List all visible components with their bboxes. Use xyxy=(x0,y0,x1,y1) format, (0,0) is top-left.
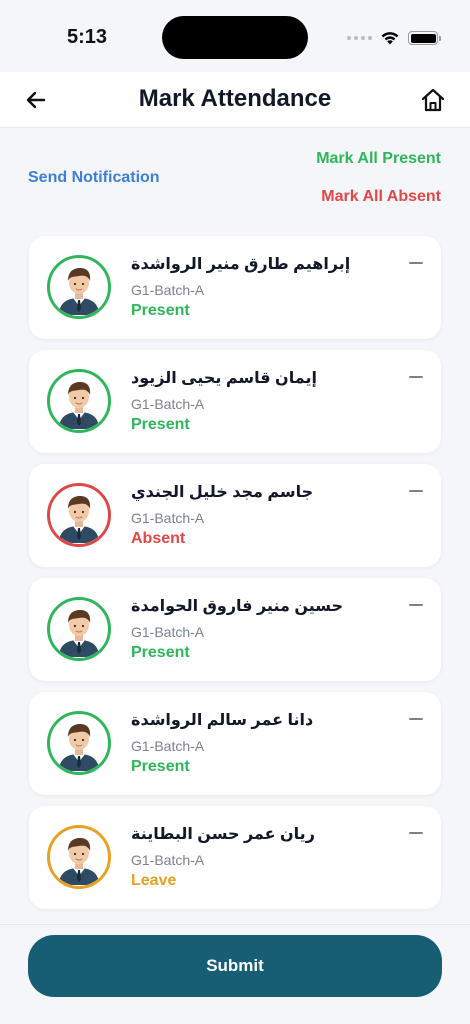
student-card[interactable]: دانا عمر سالم الرواشدة G1-Batch-A Presen… xyxy=(29,692,441,795)
student-list: إبراهيم طارق منير الرواشدة G1-Batch-A Pr… xyxy=(29,236,441,909)
person-avatar-icon xyxy=(51,373,107,429)
student-batch: G1-Batch-A xyxy=(131,738,205,754)
mark-all-present-link[interactable]: Mark All Present xyxy=(316,150,441,168)
student-batch: G1-Batch-A xyxy=(131,396,205,412)
mark-all-absent-link[interactable]: Mark All Absent xyxy=(321,188,441,206)
avatar xyxy=(47,483,111,547)
student-status: Present xyxy=(131,416,190,433)
student-name: دانا عمر سالم الرواشدة xyxy=(131,712,314,729)
avatar xyxy=(47,597,111,661)
student-card[interactable]: ريان عمر حسن البطاينة G1-Batch-A Leave xyxy=(29,806,441,909)
home-button[interactable] xyxy=(418,85,448,115)
student-card[interactable]: جاسم مجد خليل الجندي G1-Batch-A Absent xyxy=(29,464,441,567)
minus-icon[interactable] xyxy=(409,832,423,834)
student-batch: G1-Batch-A xyxy=(131,852,205,868)
person-avatar-icon xyxy=(51,829,107,885)
status-bar: 5:13 xyxy=(0,0,470,72)
person-avatar-icon xyxy=(51,259,107,315)
person-avatar-icon xyxy=(51,487,107,543)
student-name: حسين منير فاروق الحوامدة xyxy=(131,598,344,615)
minus-icon[interactable] xyxy=(409,262,423,264)
bottom-bar: Submit xyxy=(0,924,470,1024)
student-card[interactable]: إيمان قاسم يحيى الزيود G1-Batch-A Presen… xyxy=(29,350,441,453)
app-header: Mark Attendance xyxy=(0,72,470,128)
person-avatar-icon xyxy=(51,715,107,771)
dynamic-island xyxy=(162,16,308,59)
student-name: جاسم مجد خليل الجندي xyxy=(131,484,314,501)
signal-icon xyxy=(347,36,372,40)
student-batch: G1-Batch-A xyxy=(131,510,205,526)
student-name: إيمان قاسم يحيى الزيود xyxy=(131,370,317,387)
minus-icon[interactable] xyxy=(409,604,423,606)
minus-icon[interactable] xyxy=(409,376,423,378)
avatar xyxy=(47,369,111,433)
student-card[interactable]: إبراهيم طارق منير الرواشدة G1-Batch-A Pr… xyxy=(29,236,441,339)
student-card[interactable]: حسين منير فاروق الحوامدة G1-Batch-A Pres… xyxy=(29,578,441,681)
student-status: Present xyxy=(131,644,190,661)
status-time: 5:13 xyxy=(67,26,108,48)
avatar xyxy=(47,255,111,319)
student-name: ريان عمر حسن البطاينة xyxy=(131,826,315,843)
avatar xyxy=(47,825,111,889)
student-name: إبراهيم طارق منير الرواشدة xyxy=(131,256,351,273)
wifi-icon xyxy=(381,32,399,45)
student-status: Leave xyxy=(131,872,177,889)
send-notification-link[interactable]: Send Notification xyxy=(28,169,160,187)
student-status: Present xyxy=(131,758,190,775)
minus-icon[interactable] xyxy=(409,718,423,720)
student-status: Absent xyxy=(131,530,186,547)
minus-icon[interactable] xyxy=(409,490,423,492)
person-avatar-icon xyxy=(51,601,107,657)
home-icon xyxy=(421,88,445,112)
avatar xyxy=(47,711,111,775)
page-title: Mark Attendance xyxy=(138,85,332,112)
student-batch: G1-Batch-A xyxy=(131,624,205,640)
status-icons xyxy=(347,28,441,48)
student-status: Present xyxy=(131,302,190,319)
submit-button[interactable]: Submit xyxy=(28,935,442,997)
student-batch: G1-Batch-A xyxy=(131,282,205,298)
battery-icon xyxy=(408,31,441,45)
